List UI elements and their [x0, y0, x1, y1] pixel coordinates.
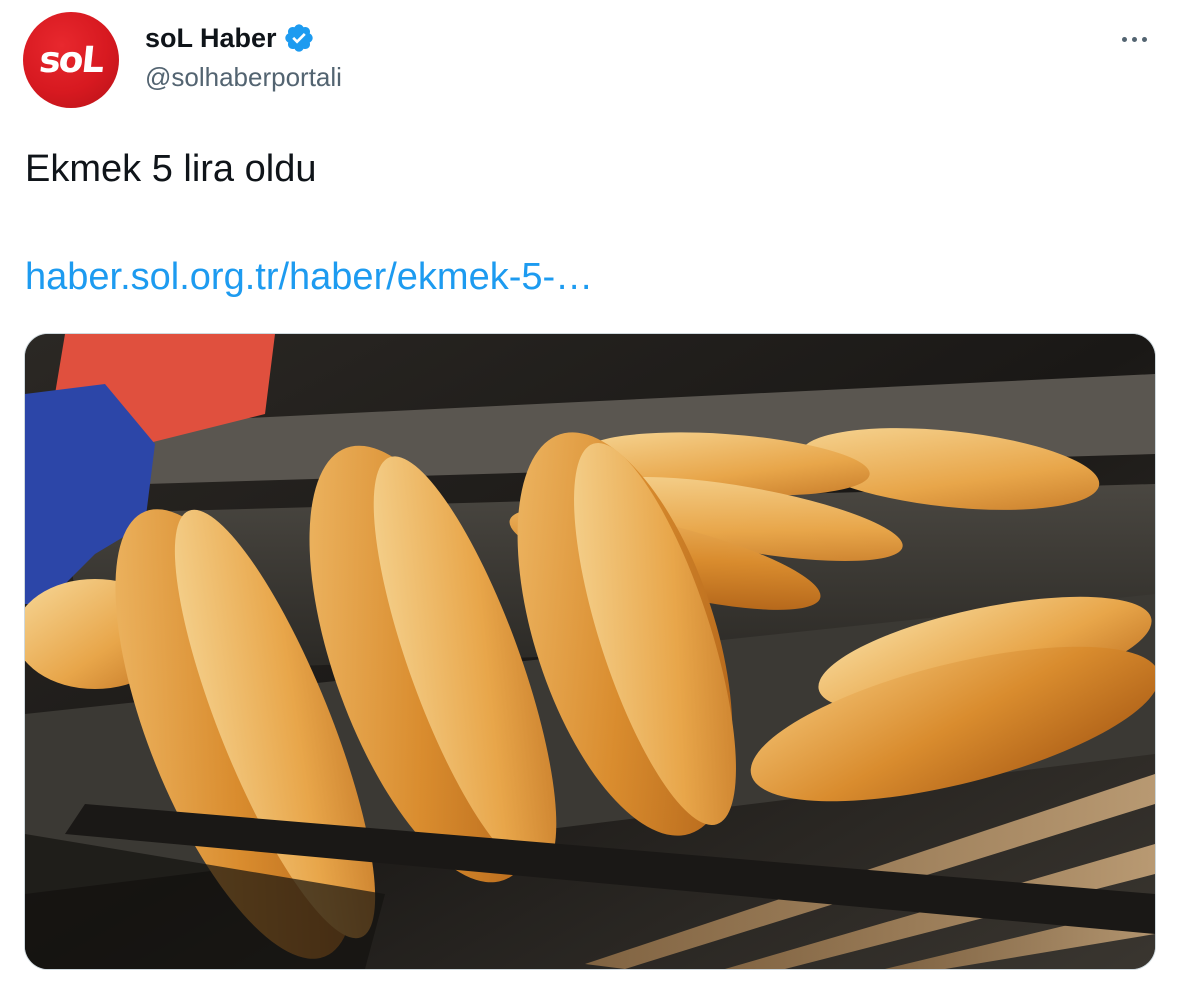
dot: [1141, 36, 1147, 42]
author-name-row: soL Haber: [145, 20, 315, 56]
dot: [1121, 36, 1127, 42]
avatar-logo-text: soL: [37, 40, 105, 81]
tweet: soL soL Haber @solhaberportali Ekmek 5 l…: [0, 0, 1177, 987]
verified-badge-icon: [283, 22, 315, 54]
display-name[interactable]: soL Haber: [145, 23, 277, 54]
more-options-icon[interactable]: [1112, 22, 1156, 56]
bread-photo-icon: [25, 334, 1155, 969]
dot: [1131, 36, 1137, 42]
avatar[interactable]: soL: [23, 12, 119, 108]
author-handle[interactable]: @solhaberportali: [145, 62, 342, 93]
tweet-link[interactable]: haber.sol.org.tr/haber/ekmek-5-…: [25, 256, 593, 299]
tweet-text: Ekmek 5 lira oldu: [25, 148, 317, 190]
tweet-media-image[interactable]: [24, 333, 1156, 970]
